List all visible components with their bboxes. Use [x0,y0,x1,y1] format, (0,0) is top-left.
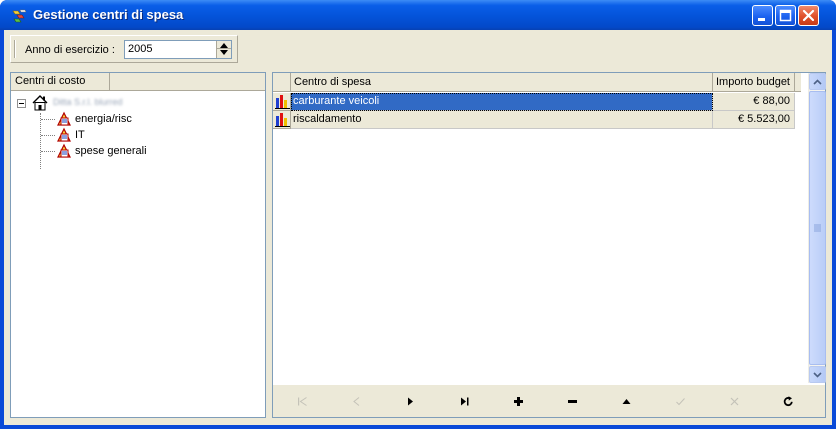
first-record-button[interactable] [275,389,329,413]
plus-icon [514,397,523,406]
close-button[interactable] [798,5,819,26]
close-icon [802,9,815,22]
minimize-button[interactable] [752,5,773,26]
title-bar[interactable]: Gestione centri di spesa [0,0,836,30]
scroll-down-button[interactable] [809,366,826,383]
tree-body: Ditta S.r.l. blurred energia/risc IT spe… [11,93,265,413]
year-toolbar: Anno di esercizio : 2005 [10,35,238,63]
grip-icon [814,224,821,232]
cancel-record-button[interactable] [707,389,761,413]
cancel-icon [730,397,739,406]
app-icon [12,9,27,23]
row-indicator[interactable] [273,111,291,129]
scroll-up-button[interactable] [809,73,826,90]
tree-column-header[interactable]: Centri di costo [11,73,110,91]
spin-up-button[interactable] [217,41,231,49]
edit-icon [622,399,631,404]
scroll-thumb[interactable] [809,91,826,365]
table-row[interactable]: riscaldamento € 5.523,00 [273,111,795,129]
chevron-up-icon [813,79,822,85]
next-record-button[interactable] [383,389,437,413]
year-input[interactable]: 2005 [124,40,232,59]
prior-icon [353,397,360,406]
first-icon [298,397,307,406]
column-header-name[interactable]: Centro di spesa [291,73,713,92]
cell-budget[interactable]: € 88,00 [713,93,795,111]
minimize-icon [758,18,765,21]
tree-connector [41,135,55,136]
tree-connector [41,119,55,120]
year-value: 2005 [128,43,153,55]
edit-record-button[interactable] [599,389,653,413]
spin-down-button[interactable] [217,49,231,57]
triangle-down-icon [220,50,228,55]
tree-connector [41,151,55,152]
next-icon [408,397,413,406]
home-icon [32,95,48,111]
last-icon [461,397,469,406]
refresh-icon [783,396,793,407]
minus-icon [568,400,577,403]
bar-chart-icon [275,95,290,109]
cell-budget[interactable]: € 5.523,00 [713,111,795,129]
chevron-down-icon [813,372,822,378]
prior-record-button[interactable] [329,389,383,413]
app-window: Gestione centri di spesa Anno di eserciz… [0,0,836,429]
year-label: Anno di esercizio : [25,44,115,56]
tree-connector [40,113,41,169]
delete-record-button[interactable] [545,389,599,413]
collapse-toggle[interactable] [17,99,26,108]
grid-header: Centro di spesa Importo budget [273,73,801,92]
bar-chart-icon [275,113,290,127]
cost-center-icon [57,143,71,158]
year-spinner[interactable] [216,41,231,58]
window-title: Gestione centri di spesa [33,7,184,22]
check-icon [676,398,685,406]
maximize-button[interactable] [775,5,796,26]
cost-center-tree[interactable]: Centri di costo Ditta S.r.l. blurred ene… [10,72,266,418]
tree-node-label[interactable]: energia/risc [75,113,132,125]
last-record-button[interactable] [437,389,491,413]
tree-root-label[interactable]: Ditta S.r.l. blurred [53,97,127,107]
client-area: Anno di esercizio : 2005 Centri di costo [4,30,832,425]
db-navigator [273,385,825,417]
cell-name[interactable]: carburante veicoli [291,93,713,111]
column-header-budget[interactable]: Importo budget [713,73,795,92]
toolbar-grip[interactable] [14,40,16,58]
post-record-button[interactable] [653,389,707,413]
vertical-scrollbar[interactable] [808,73,826,383]
row-indicator[interactable] [273,93,291,111]
cell-name[interactable]: riscaldamento [291,111,713,129]
indicator-header [273,73,291,92]
tree-node-label[interactable]: spese generali [75,145,147,157]
tree-header: Centri di costo [11,73,265,91]
refresh-records-button[interactable] [761,389,815,413]
insert-record-button[interactable] [491,389,545,413]
expense-grid[interactable]: Centro di spesa Importo budget carburant… [272,72,826,418]
triangle-up-icon [220,43,228,48]
table-row[interactable]: carburante veicoli € 88,00 [273,93,795,111]
maximize-icon [779,9,792,22]
tree-node-label[interactable]: IT [75,129,85,141]
